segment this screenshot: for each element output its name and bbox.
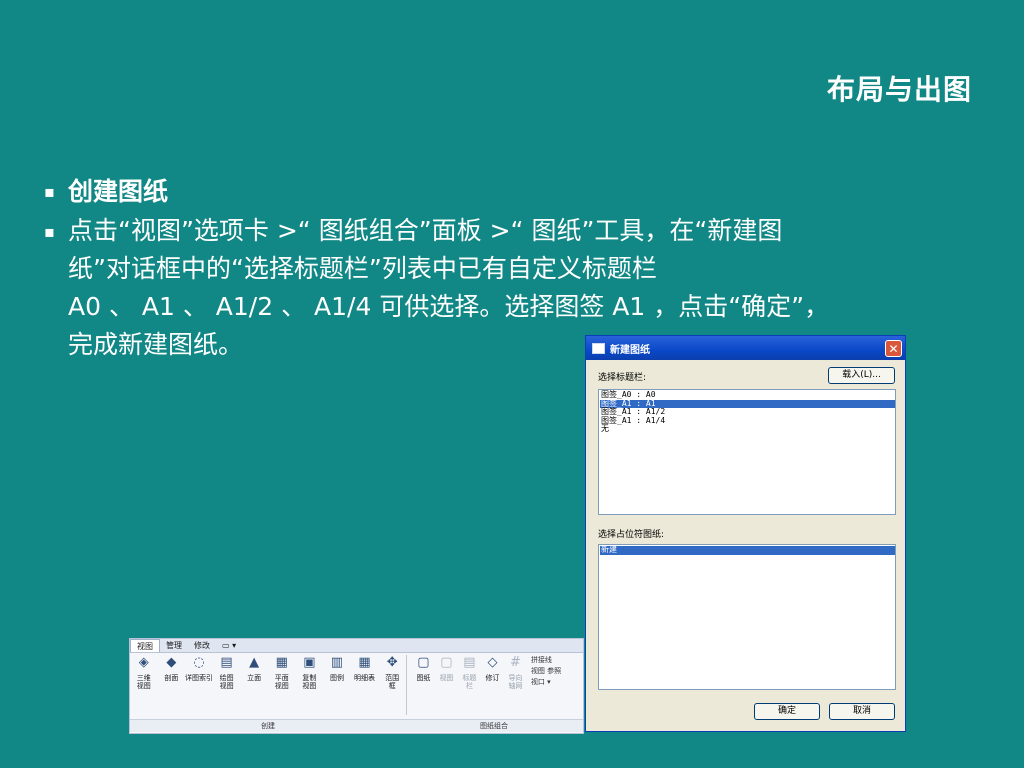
ribbon-tab-extra[interactable]: ▭ ▾ (216, 639, 242, 652)
panel-label-create: 创建 (261, 722, 275, 730)
ribbon-tab-modify[interactable]: 修改 (188, 639, 216, 652)
create-tool-0[interactable]: ◈ 三维 视图 (130, 655, 158, 719)
create-tool-8[interactable]: ▦ 明细表 (351, 655, 379, 719)
new-sheet-dialog: 新建图纸 ✕ 选择标题栏: 载入(L)... 图签_A0 : A0 图签_A1 :… (585, 335, 906, 732)
panel-divider (406, 655, 407, 715)
sheet-tool-1-icon: ▢ (440, 655, 453, 670)
load-button[interactable]: 载入(L)... (828, 367, 895, 384)
placeholder-label: 选择占位符图纸: (598, 530, 665, 540)
titleblock-label: 选择标题栏: (598, 373, 647, 383)
close-icon[interactable]: ✕ (885, 339, 902, 357)
create-tool-9[interactable]: ✥ 范围 框 (378, 655, 406, 719)
create-tool-1[interactable]: ◆ 剖面 (158, 655, 186, 719)
sheet-side-tools: 拼接线 视图 参照 视口 ▾ (527, 655, 561, 719)
ok-button[interactable]: 确定 (754, 703, 820, 720)
ribbon-tab-manage[interactable]: 管理 (160, 639, 188, 652)
create-tool-9-icon: ✥ (386, 655, 398, 670)
ribbon-body: ◈ 三维 视图 ◆ 剖面 ◌ 详图索引 ▤ 绘图 视图 ▲ 立面 ▦ 平面 视图 ▣ 复制 视图 ▥ 图例 ▦ 明… (130, 653, 583, 719)
create-tool-7[interactable]: ▥ 图例 (323, 655, 351, 719)
list-item[interactable]: 图签_A1 : A1/4 (600, 416, 895, 426)
titleblock-list[interactable]: 图签_A0 : A0 图签_A1 : A1 图签_A1 : A1/2 图签_A1 : … (598, 389, 896, 515)
create-tool-6-icon: ▣ (303, 655, 316, 670)
create-tool-5[interactable]: ▦ 平面 视图 (268, 655, 296, 719)
list-item[interactable]: 新建 (600, 545, 895, 555)
create-tool-2-icon: ◌ (193, 655, 205, 670)
create-panel: ◈ 三维 视图 ◆ 剖面 ◌ 详图索引 ▤ 绘图 视图 ▲ 立面 ▦ 平面 视图 ▣ 复制 视图 ▥ 图例 ▦ 明… (130, 655, 406, 719)
bullet-marker: ▪ (44, 182, 55, 201)
ribbon-tabs: 视图 管理 修改 ▭ ▾ (130, 639, 583, 653)
ribbon-tab-view[interactable]: 视图 (130, 639, 160, 652)
sheet-tool-3[interactable]: ◇ 修订 (481, 655, 504, 719)
sheet-tool-2-label: 标题 栏 (462, 674, 477, 690)
create-tool-5-label: 平面 视图 (274, 674, 289, 690)
create-tool-3-icon: ▤ (220, 655, 233, 670)
bullet-item: ▪ 创建图纸 (44, 172, 964, 212)
matchline-tool[interactable]: 拼接线 (531, 655, 561, 666)
sheet-panel: ▢ 图纸 ▢ 视图 ▤ 标题 栏 ◇ 修订 # 导向 轴网 (412, 655, 527, 719)
create-tool-7-label: 图例 (329, 674, 344, 682)
create-tool-2-label: 详图索引 (184, 674, 213, 682)
create-tool-3-label: 绘图 视图 (219, 674, 234, 690)
sheet-tool-3-label: 修订 (485, 674, 500, 682)
ribbon-screenshot: 视图 管理 修改 ▭ ▾ ◈ 三维 视图 ◆ 剖面 ◌ 详图索引 ▤ 绘图 视图 ▲ 立面 ▦ 平面 … (129, 638, 584, 734)
placeholder-list[interactable]: 新建 (598, 544, 896, 690)
create-tool-4-icon: ▲ (249, 655, 260, 670)
panel-label-sheet: 图纸组合 (480, 722, 508, 730)
list-item[interactable]: 无 (600, 424, 895, 434)
sheet-tool-1-label: 视图 (439, 674, 454, 682)
sheet-tool-0-icon: ▢ (417, 655, 430, 670)
create-tool-1-label: 剖面 (164, 674, 179, 682)
create-tool-5-icon: ▦ (275, 655, 288, 670)
create-tool-4[interactable]: ▲ 立面 (240, 655, 268, 719)
sheet-tool-0-label: 图纸 (416, 674, 431, 682)
create-tool-4-label: 立面 (247, 674, 262, 682)
create-tool-1-icon: ◆ (166, 655, 177, 670)
bullet-line: 点击“视图”选项卡 >“ 图纸组合”面板 >“ 图纸”工具，在“新建图 (68, 216, 783, 245)
slide-title: 布局与出图 (826, 73, 972, 106)
create-tool-0-icon: ◈ (138, 655, 149, 670)
sheet-tool-2[interactable]: ▤ 标题 栏 (458, 655, 481, 719)
create-tool-6-label: 复制 视图 (302, 674, 317, 690)
dialog-titlebar: 新建图纸 ✕ (586, 336, 905, 360)
create-tool-3[interactable]: ▤ 绘图 视图 (213, 655, 241, 719)
create-tool-2[interactable]: ◌ 详图索引 (185, 655, 213, 719)
view-reference-tool[interactable]: 视图 参照 (531, 666, 561, 677)
bullet-line: A0 、 A1 、 A1/2 、 A1/4 可供选择。选择图签 A1 ，点击“确… (68, 292, 830, 321)
sheet-tool-4-icon: # (509, 655, 521, 670)
dialog-title: 新建图纸 (610, 344, 650, 356)
panel-labels: 创建 图纸组合 (130, 719, 583, 732)
viewport-tool[interactable]: 视口 ▾ (531, 677, 561, 688)
window-icon (592, 342, 605, 354)
create-tool-8-icon: ▦ (358, 655, 371, 670)
bullet-marker: ▪ (44, 222, 55, 241)
sheet-tool-2-icon: ▤ (463, 655, 476, 670)
cancel-button[interactable]: 取消 (829, 703, 895, 720)
bullet-line: 纸”对话框中的“选择标题栏”列表中已有自定义标题栏 (68, 254, 657, 283)
sheet-tool-4[interactable]: # 导向 轴网 (504, 655, 527, 719)
sheet-tool-0[interactable]: ▢ 图纸 (412, 655, 435, 719)
sheet-tool-4-label: 导向 轴网 (508, 674, 523, 690)
create-tool-6[interactable]: ▣ 复制 视图 (296, 655, 324, 719)
sheet-tool-3-icon: ◇ (487, 655, 498, 670)
create-tool-7-icon: ▥ (330, 655, 344, 670)
sheet-tool-1[interactable]: ▢ 视图 (435, 655, 458, 719)
bullet-heading: 创建图纸 (68, 177, 169, 206)
create-tool-0-label: 三维 视图 (136, 674, 151, 690)
create-tool-9-label: 范围 框 (385, 674, 400, 690)
create-tool-8-label: 明细表 (354, 674, 376, 682)
